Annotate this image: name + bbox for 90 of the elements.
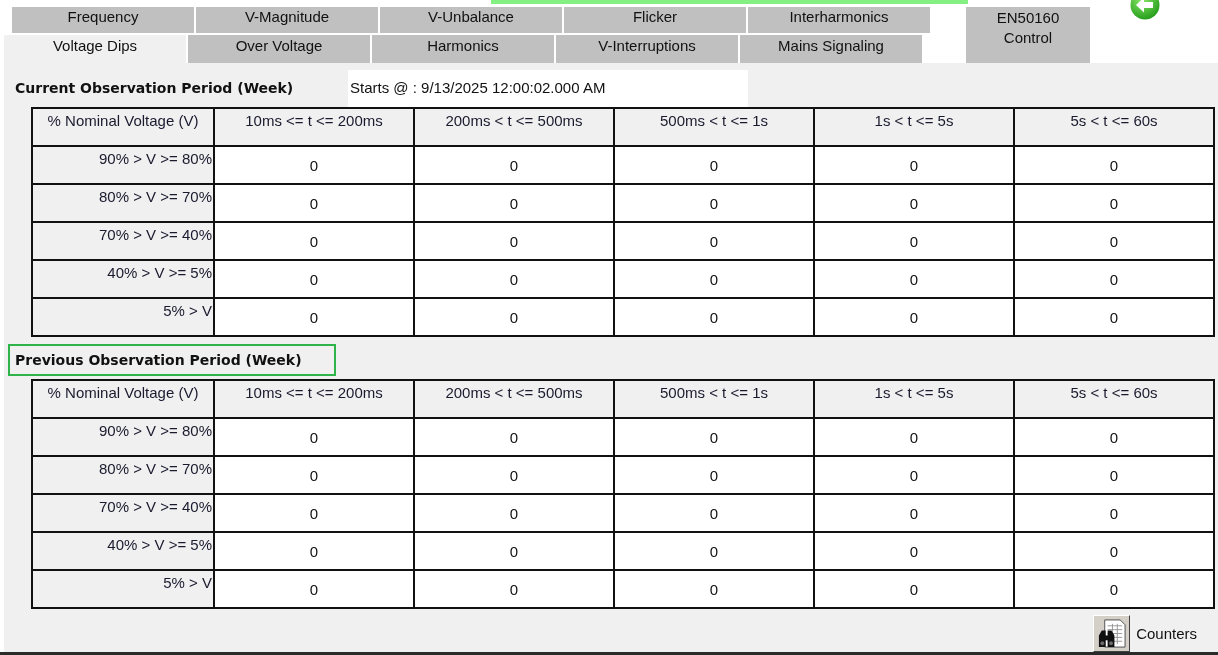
table-cell: 0 xyxy=(1014,298,1214,337)
column-header: 5s < t <= 60s xyxy=(1014,108,1214,147)
table-cell: 0 xyxy=(614,146,814,185)
column-header: 200ms < t <= 500ms xyxy=(414,380,614,419)
column-header: 10ms <= t <= 200ms xyxy=(214,108,414,147)
table-cell: 0 xyxy=(414,418,614,457)
column-header: % Nominal Voltage (V) xyxy=(32,108,214,147)
row-header: 40% > V >= 5% xyxy=(32,260,214,299)
row-header: 5% > V xyxy=(32,298,214,337)
column-header: 10ms <= t <= 200ms xyxy=(214,380,414,419)
back-arrow-icon[interactable] xyxy=(1130,0,1160,21)
table-cell: 0 xyxy=(1014,532,1214,571)
table-cell: 0 xyxy=(614,260,814,299)
table-cell: 0 xyxy=(214,570,414,609)
table-cell: 0 xyxy=(414,494,614,533)
counters-label: Counters xyxy=(1136,623,1197,644)
table-cell: 0 xyxy=(414,184,614,223)
row-header: 80% > V >= 70% xyxy=(32,456,214,495)
table-cell: 0 xyxy=(214,418,414,457)
table-cell: 0 xyxy=(1014,494,1214,533)
column-header: 200ms < t <= 500ms xyxy=(414,108,614,147)
row-header: 70% > V >= 40% xyxy=(32,222,214,261)
table-cell: 0 xyxy=(214,532,414,571)
table-cell: 0 xyxy=(814,184,1014,223)
table-cell: 0 xyxy=(814,570,1014,609)
tab[interactable]: Harmonics xyxy=(372,35,554,64)
table-cell: 0 xyxy=(214,494,414,533)
tab[interactable]: Mains Signaling xyxy=(740,35,922,64)
table-cell: 0 xyxy=(814,222,1014,261)
tab[interactable]: V-Unbalance xyxy=(380,7,562,34)
section-title: Previous Observation Period (Week) xyxy=(8,344,336,377)
table-cell: 0 xyxy=(1014,418,1214,457)
tab[interactable]: Interharmonics xyxy=(748,7,930,34)
table-cell: 0 xyxy=(614,456,814,495)
table-cell: 0 xyxy=(1014,222,1214,261)
table-cell: 0 xyxy=(214,298,414,337)
table-cell: 0 xyxy=(214,260,414,299)
tab[interactable]: V-Interruptions xyxy=(556,35,738,64)
table-cell: 0 xyxy=(1014,570,1214,609)
table-cell: 0 xyxy=(814,494,1014,533)
table-cell: 0 xyxy=(814,532,1014,571)
column-header: 500ms < t <= 1s xyxy=(614,108,814,147)
table-cell: 0 xyxy=(814,418,1014,457)
row-header: 90% > V >= 80% xyxy=(32,146,214,185)
table-cell: 0 xyxy=(414,570,614,609)
column-header: % Nominal Voltage (V) xyxy=(32,380,214,419)
tab[interactable]: Flicker xyxy=(564,7,746,34)
table-cell: 0 xyxy=(814,146,1014,185)
column-header: 500ms < t <= 1s xyxy=(614,380,814,419)
table-cell: 0 xyxy=(214,222,414,261)
row-header: 40% > V >= 5% xyxy=(32,532,214,571)
column-header: 1s < t <= 5s xyxy=(814,108,1014,147)
binoculars-document-icon xyxy=(1096,618,1128,650)
column-header: 5s < t <= 60s xyxy=(1014,380,1214,419)
tab[interactable]: EN50160 Control xyxy=(966,7,1090,64)
tab[interactable]: V-Magnitude xyxy=(196,7,378,34)
table-cell: 0 xyxy=(214,456,414,495)
table-cell: 0 xyxy=(1014,146,1214,185)
row-header: 80% > V >= 70% xyxy=(32,184,214,223)
table-cell: 0 xyxy=(614,222,814,261)
table-cell: 0 xyxy=(414,146,614,185)
table-cell: 0 xyxy=(1014,456,1214,495)
counters-button[interactable] xyxy=(1093,615,1131,653)
table-cell: 0 xyxy=(214,184,414,223)
start-time-label: Starts @ : 9/13/2025 12:00:02.000 AM xyxy=(348,69,748,107)
table-cell: 0 xyxy=(414,222,614,261)
row-header: 90% > V >= 80% xyxy=(32,418,214,457)
table-cell: 0 xyxy=(614,494,814,533)
section-title: Current Observation Period (Week) xyxy=(14,78,295,98)
column-header: 1s < t <= 5s xyxy=(814,380,1014,419)
table-cell: 0 xyxy=(614,570,814,609)
table-cell: 0 xyxy=(414,260,614,299)
table-cell: 0 xyxy=(214,146,414,185)
row-header: 70% > V >= 40% xyxy=(32,494,214,533)
tab[interactable]: Frequency xyxy=(12,7,194,34)
table-cell: 0 xyxy=(1014,260,1214,299)
table-cell: 0 xyxy=(614,418,814,457)
table-cell: 0 xyxy=(1014,184,1214,223)
table-cell: 0 xyxy=(814,298,1014,337)
table-cell: 0 xyxy=(614,298,814,337)
table-cell: 0 xyxy=(814,260,1014,299)
table-cell: 0 xyxy=(414,456,614,495)
table-cell: 0 xyxy=(814,456,1014,495)
row-header: 5% > V xyxy=(32,570,214,609)
tab[interactable]: Over Voltage xyxy=(188,35,370,64)
table-cell: 0 xyxy=(614,184,814,223)
table-cell: 0 xyxy=(414,298,614,337)
tab[interactable]: Voltage Dips xyxy=(4,35,186,64)
table-cell: 0 xyxy=(614,532,814,571)
table-cell: 0 xyxy=(414,532,614,571)
